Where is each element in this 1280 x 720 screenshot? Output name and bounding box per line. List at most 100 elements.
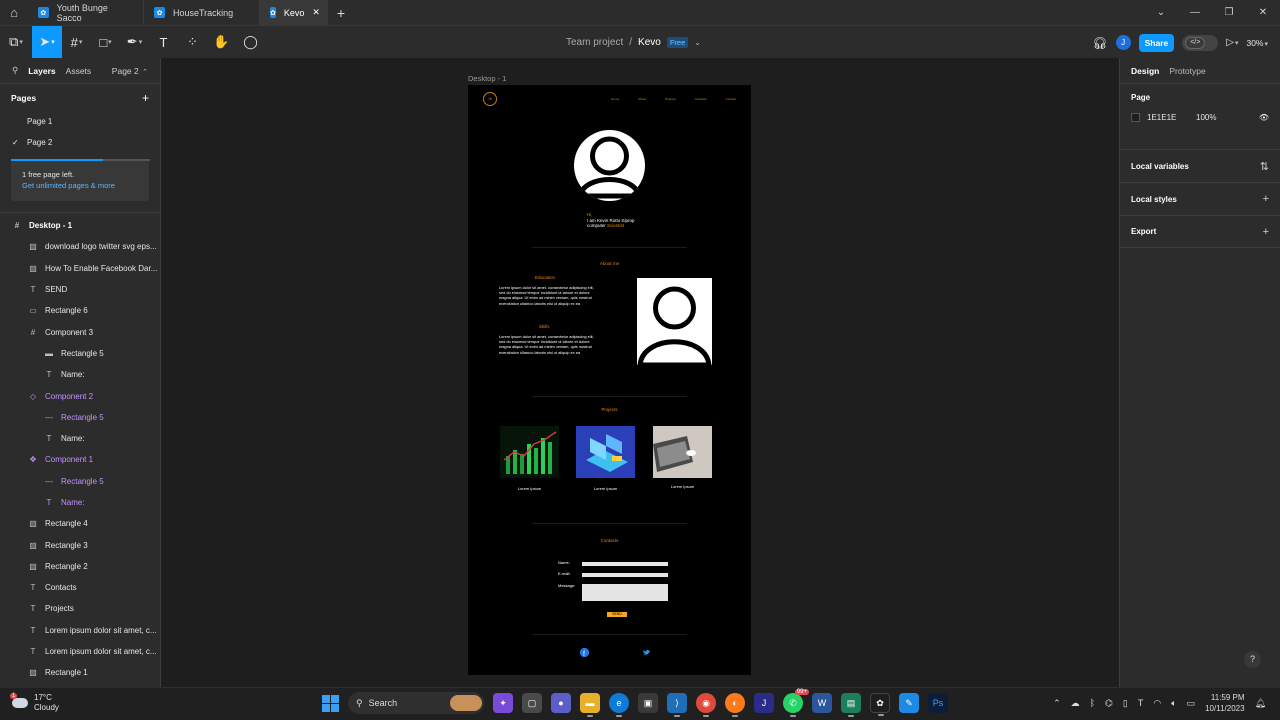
home-icon[interactable]: ⌂	[0, 0, 28, 25]
help-button[interactable]: ?	[1244, 651, 1261, 668]
layer-row[interactable]: T Lorem ipsum dolor sit amet, c...	[0, 620, 161, 641]
settings-icon[interactable]: ⇅	[1260, 160, 1269, 173]
file-explorer-icon[interactable]: ▬	[580, 693, 600, 717]
dev-mode-toggle[interactable]: </>	[1182, 34, 1219, 51]
comment-tool-button[interactable]: ◯	[236, 26, 265, 59]
canvas[interactable]: Desktop - 1 JK Home About Projects Contacts…	[161, 58, 1119, 687]
upgrade-link[interactable]: Get unlimited pages & more	[22, 181, 138, 190]
add-icon[interactable]: +	[1263, 193, 1269, 205]
local-styles-section[interactable]: Local styles +	[1120, 182, 1280, 215]
paint-icon[interactable]: ✎	[899, 693, 919, 713]
page-color-value[interactable]: 1E1E1E	[1147, 113, 1189, 122]
export-section[interactable]: Export +	[1120, 215, 1280, 248]
tab-prototype[interactable]: Prototype	[1169, 66, 1205, 76]
chat-icon[interactable]: ●	[551, 693, 571, 713]
tab-assets[interactable]: Assets	[66, 66, 92, 76]
new-tab-button[interactable]: +	[328, 5, 354, 21]
desktop-frame[interactable]: JK Home About Projects Contacts Contact Hi, …	[468, 85, 751, 675]
battery-status-icon[interactable]: ▯	[1123, 698, 1128, 709]
add-icon[interactable]: +	[1263, 226, 1269, 238]
layer-row[interactable]: T Name:	[0, 364, 161, 385]
layer-row[interactable]: T Lorem ipsum dolor sit amet, c...	[0, 641, 161, 662]
facebook-icon[interactable]: f	[580, 648, 589, 658]
tab-layers[interactable]: Layers	[28, 66, 55, 76]
layer-row[interactable]: — Rectangle 5	[0, 407, 161, 428]
layer-row[interactable]: T Contacts	[0, 577, 161, 598]
onedrive-icon[interactable]: ☁	[1071, 698, 1080, 709]
photoshop-icon[interactable]: Ps	[928, 693, 948, 713]
headphones-icon[interactable]: 🎧︎	[1092, 36, 1107, 50]
twitter-icon[interactable]	[642, 648, 651, 657]
close-button[interactable]: ✕	[1246, 0, 1280, 25]
layer-row[interactable]: — Rectangle 5	[0, 471, 161, 492]
main-menu-button[interactable]: ⧉ ▾	[0, 26, 32, 59]
page-item[interactable]: ✓ Page 2	[0, 132, 160, 153]
weather-widget[interactable]: 1 17°C Cloudy	[10, 693, 59, 713]
share-button[interactable]: Share	[1138, 33, 1175, 52]
layer-row[interactable]: T Name:	[0, 492, 161, 513]
layer-row[interactable]: ◇ Component 2	[0, 385, 161, 406]
layer-row[interactable]: T SEND	[0, 279, 161, 300]
team-name[interactable]: Team project	[566, 37, 623, 48]
layer-row[interactable]: ▨ Rectangle 2	[0, 556, 161, 577]
page-item[interactable]: Page 1	[0, 111, 160, 132]
firefox-icon[interactable]: ◐	[725, 693, 745, 717]
teams-icon[interactable]: T	[1138, 698, 1144, 708]
resources-button[interactable]: ⁘	[178, 26, 207, 59]
wifi-icon[interactable]: ◠	[1153, 698, 1161, 709]
vscode-icon[interactable]: ⟩	[667, 693, 687, 717]
tab-design[interactable]: Design	[1131, 66, 1159, 76]
hand-tool-button[interactable]: ✋	[207, 26, 236, 59]
layer-row[interactable]: ▨ download logo twitter svg eps...	[0, 236, 161, 257]
page-opacity-value[interactable]: 100%	[1196, 113, 1216, 122]
pen-tool-button[interactable]: ✒ ▾	[120, 26, 149, 59]
store-icon[interactable]: ▣	[638, 693, 658, 713]
page-selector[interactable]: Page 2 ⌃	[112, 66, 148, 76]
present-button[interactable]: ▷▾	[1226, 37, 1238, 48]
edge-icon[interactable]: e	[609, 693, 629, 717]
chevron-up-icon[interactable]: ⌃	[1053, 698, 1061, 709]
layer-row[interactable]: ▨ Rectangle 3	[0, 534, 161, 555]
frame-label[interactable]: Desktop - 1	[468, 74, 506, 83]
layer-row[interactable]: ▨ How To Enable Facebook Dar...	[0, 258, 161, 279]
layer-row[interactable]: # Component 3	[0, 321, 161, 342]
taskbar-search[interactable]: ⚲ Search	[348, 692, 484, 714]
zoom-level[interactable]: 30%▾	[1246, 38, 1268, 48]
layer-row[interactable]: T Projects	[0, 598, 161, 619]
word-icon[interactable]: W	[812, 693, 832, 713]
page-color-swatch[interactable]	[1131, 112, 1140, 122]
chevron-down-icon[interactable]: ⌄	[694, 38, 701, 47]
task-view-icon[interactable]: ▢	[522, 693, 542, 713]
add-page-button[interactable]: +	[142, 91, 149, 105]
layer-row[interactable]: ▭ Rectangle 6	[0, 300, 161, 321]
jetbrains-icon[interactable]: J	[754, 693, 774, 713]
eye-icon[interactable]: 👁︎	[1259, 113, 1269, 122]
move-tool-button[interactable]: ➤ ▾	[32, 25, 62, 59]
figma-icon[interactable]: ✿	[870, 693, 890, 716]
tab-2[interactable]: ✿ HouseTracking	[144, 0, 260, 25]
frame-tool-button[interactable]: # ▾	[62, 26, 91, 59]
whatsapp-icon[interactable]: ✆ 99+	[783, 689, 809, 717]
start-button[interactable]	[322, 694, 339, 712]
minimize-button[interactable]: —	[1178, 0, 1212, 25]
network-icon[interactable]: ⌬	[1105, 698, 1113, 709]
layer-row[interactable]: T Name:	[0, 428, 161, 449]
close-icon[interactable]: ✕	[312, 7, 320, 18]
restore-button[interactable]: ❐	[1212, 0, 1246, 25]
file-name[interactable]: Kevo	[638, 37, 661, 48]
layer-row[interactable]: ✥ Component 1	[0, 449, 161, 470]
notification-icon[interactable]: 🔔︎	[1255, 698, 1266, 709]
volume-icon[interactable]: 🔈︎	[1171, 698, 1176, 709]
local-variables-section[interactable]: Local variables ⇅	[1120, 149, 1280, 182]
email-field[interactable]	[582, 573, 668, 577]
layer-row[interactable]: ▨ Rectangle 4	[0, 513, 161, 534]
clock[interactable]: 11:59 PM 10/11/2023	[1205, 692, 1244, 714]
app-icon[interactable]: ▤	[841, 693, 861, 717]
message-field[interactable]	[582, 584, 668, 601]
text-tool-button[interactable]: T	[149, 26, 178, 59]
copilot-icon[interactable]: ✦	[493, 693, 513, 713]
chevron-down-icon[interactable]: ⌄	[1144, 0, 1178, 25]
layer-row[interactable]: # Desktop - 1	[0, 215, 161, 236]
tab-1[interactable]: ✿ Youth Bunge Sacco	[28, 0, 144, 25]
bluetooth-icon[interactable]: ᛒ	[1090, 698, 1095, 708]
